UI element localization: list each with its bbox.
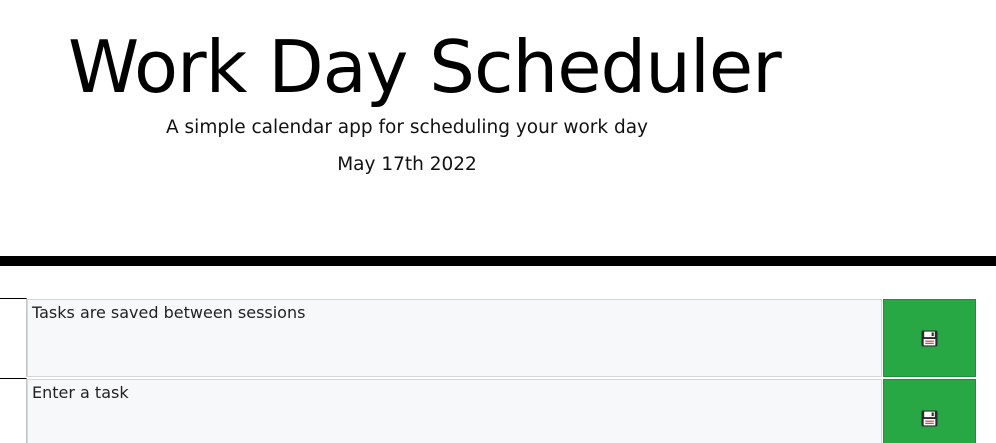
floppy-disk-icon bbox=[921, 330, 938, 347]
time-block-row: Enter a task bbox=[0, 378, 996, 443]
task-textarea[interactable]: Enter a task bbox=[27, 379, 882, 443]
header: Work Day Scheduler A simple calendar app… bbox=[0, 0, 996, 256]
page-title: Work Day Scheduler bbox=[68, 25, 782, 109]
current-date: May 17th 2022 bbox=[337, 154, 477, 175]
task-textarea[interactable]: Tasks are saved between sessions bbox=[27, 299, 882, 377]
save-button[interactable] bbox=[883, 379, 976, 443]
floppy-disk-icon bbox=[921, 410, 938, 427]
hour-label bbox=[0, 298, 27, 377]
header-divider bbox=[0, 256, 996, 266]
hour-label bbox=[0, 378, 27, 443]
save-button[interactable] bbox=[883, 299, 976, 377]
page: Work Day Scheduler A simple calendar app… bbox=[0, 0, 996, 443]
page-subtitle: A simple calendar app for scheduling you… bbox=[166, 117, 648, 138]
schedule: Tasks are saved between sessions Enter a… bbox=[0, 298, 996, 443]
time-block-row: Tasks are saved between sessions bbox=[0, 298, 996, 378]
